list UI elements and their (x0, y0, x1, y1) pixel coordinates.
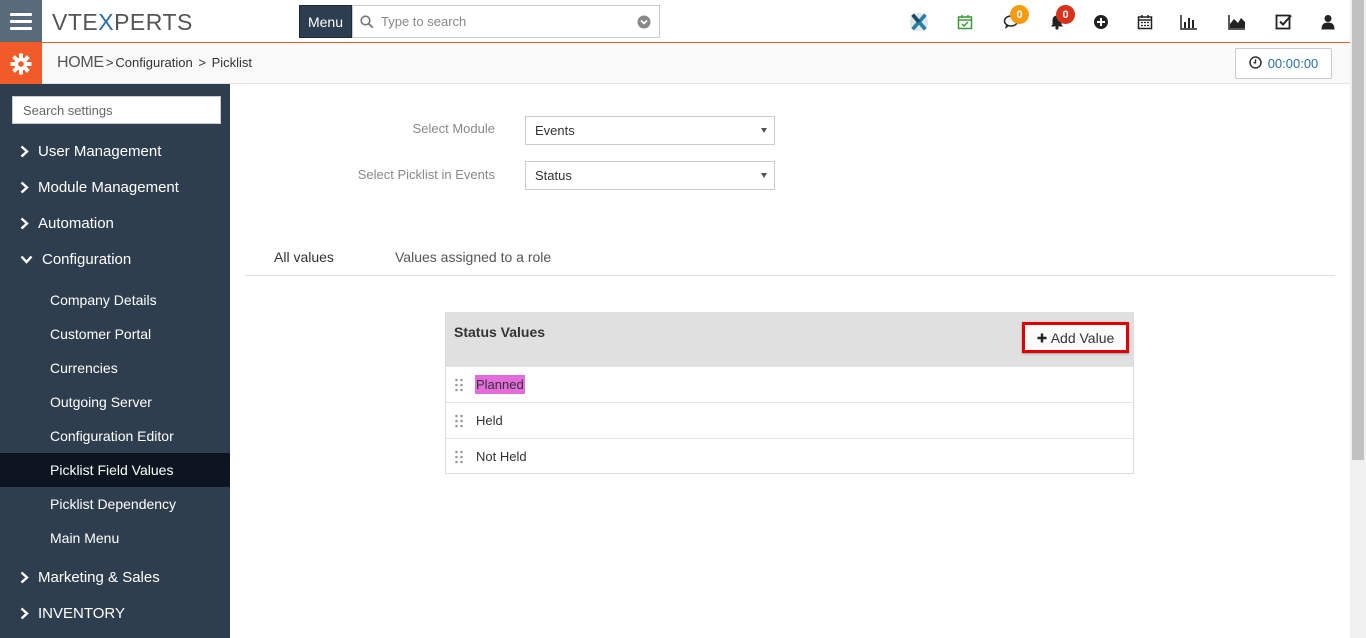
module-select-value: Events (535, 123, 575, 138)
sidebar-item-module-management[interactable]: Module Management (0, 169, 230, 205)
sidebar-sub-main-menu[interactable]: Main Menu (0, 521, 230, 555)
caret-down-icon (761, 128, 767, 133)
notification-badge: 0 (1056, 5, 1075, 24)
status-values-panel: Status Values Add Value Planned Held Not… (445, 312, 1134, 474)
picklist-value-row[interactable]: Planned (446, 366, 1133, 402)
chevron-right-icon (20, 571, 38, 584)
main-content: Select Module Events Select Picklist in … (230, 84, 1350, 638)
sidebar-item-configuration[interactable]: Configuration (0, 241, 230, 277)
user-icon[interactable] (1317, 11, 1339, 33)
sidebar-sub-label: Configuration Editor (50, 428, 174, 444)
scrollbar-thumb[interactable] (1352, 0, 1364, 460)
sidebar-item-inventory[interactable]: INVENTORY (0, 595, 230, 631)
sidebar-item-automation[interactable]: Automation (0, 205, 230, 241)
picklist-select[interactable]: Status (525, 161, 775, 190)
calendar-icon[interactable] (1134, 11, 1156, 33)
panel-header: Status Values Add Value (446, 313, 1133, 366)
logo[interactable]: VTEXPERTS (52, 9, 193, 36)
breadcrumb-picklist: Picklist (211, 55, 253, 70)
sidebar-item-label: User Management (38, 142, 162, 160)
select-module-label: Select Module (412, 121, 495, 136)
tab-all-values[interactable]: All values (274, 249, 334, 265)
top-icons: 0 0 (900, 0, 1350, 43)
sidebar-sub-company-details[interactable]: Company Details (0, 283, 230, 317)
chevron-down-icon (20, 255, 42, 264)
add-value-button[interactable]: Add Value (1022, 322, 1129, 353)
hamburger-menu-icon[interactable] (0, 0, 42, 42)
bell-icon[interactable]: 0 (1046, 5, 1075, 33)
chevron-right-icon (20, 145, 38, 158)
picklist-value: Not Held (476, 449, 527, 464)
sidebar-item-marketing-sales[interactable]: Marketing & Sales (0, 559, 230, 595)
sidebar-item-label: Module Management (38, 178, 179, 196)
chevron-down-icon[interactable] (629, 15, 659, 29)
breadcrumb-configuration[interactable]: Configuration (115, 55, 192, 70)
sidebar-sub-currencies[interactable]: Currencies (0, 351, 230, 385)
scrollbar[interactable] (1350, 0, 1366, 638)
breadcrumb-home[interactable]: HOME (57, 54, 104, 72)
calendar-check-icon[interactable] (954, 11, 976, 33)
sidebar-sub-label: Picklist Dependency (50, 496, 177, 512)
picklist-value-row[interactable]: Held (446, 402, 1133, 438)
picklist-value: Held (476, 413, 503, 428)
picklist-value: Planned (475, 375, 525, 394)
tabs: All values Values assigned to a role (245, 239, 1335, 276)
top-bar: VTEXPERTS Menu 0 0 (0, 0, 1350, 43)
checkbox-icon[interactable] (1273, 11, 1295, 33)
chevron-right-icon (20, 181, 38, 194)
drag-handle-icon[interactable] (455, 378, 475, 392)
sidebar-sub-label: Company Details (50, 292, 157, 308)
settings-sidebar: User Management Module Management Automa… (0, 84, 230, 638)
sidebar-sub-label: Main Menu (50, 530, 120, 546)
sidebar-sub-label: Picklist Field Values (50, 462, 174, 478)
sidebar-item-user-management[interactable]: User Management (0, 133, 230, 169)
chat-badge: 0 (1010, 5, 1029, 24)
picklist-value-row[interactable]: Not Held (446, 438, 1133, 474)
menu-button[interactable]: Menu (299, 5, 352, 38)
sidebar-item-label: INVENTORY (38, 604, 125, 622)
drag-handle-icon[interactable] (455, 450, 475, 464)
plus-icon (1037, 330, 1047, 346)
drag-handle-icon[interactable] (455, 414, 475, 428)
settings-bar: HOME > Configuration > Picklist 00:00:00 (0, 43, 1350, 84)
sidebar-sub-customer-portal[interactable]: Customer Portal (0, 317, 230, 351)
timer-button[interactable]: 00:00:00 (1235, 48, 1332, 79)
sidebar-sub-label: Outgoing Server (50, 394, 152, 410)
plus-circle-icon[interactable] (1090, 11, 1112, 33)
sidebar-sub-outgoing-server[interactable]: Outgoing Server (0, 385, 230, 419)
sidebar-sub-label: Currencies (50, 360, 118, 376)
picklist-select-value: Status (535, 168, 572, 183)
global-search[interactable] (352, 5, 660, 38)
bar-chart-icon[interactable] (1178, 11, 1200, 33)
chevron-right-icon (20, 217, 38, 230)
breadcrumb: HOME > Configuration > Picklist (57, 54, 252, 72)
sidebar-item-label: Configuration (42, 250, 132, 268)
sidebar-item-label: Marketing & Sales (38, 568, 160, 586)
sidebar-sub-configuration-editor[interactable]: Configuration Editor (0, 419, 230, 453)
sidebar-item-label: Automation (38, 214, 114, 232)
clock-icon (1248, 55, 1262, 72)
caret-down-icon (761, 173, 767, 178)
chevron-right-icon (20, 607, 38, 620)
breadcrumb-separator: > (194, 55, 210, 70)
timer-value: 00:00:00 (1267, 56, 1319, 71)
search-icon (353, 14, 381, 29)
chat-icon[interactable]: 0 (1000, 5, 1029, 33)
area-chart-icon[interactable] (1226, 11, 1248, 33)
add-value-label: Add Value (1050, 329, 1115, 346)
sidebar-sub-picklist-dependency[interactable]: Picklist Dependency (0, 487, 230, 521)
tab-values-assigned-to-role[interactable]: Values assigned to a role (395, 249, 551, 265)
settings-gear-icon[interactable] (0, 43, 42, 84)
settings-search-input[interactable] (12, 96, 221, 124)
search-input[interactable] (381, 14, 629, 29)
select-picklist-label: Select Picklist in Events (357, 167, 495, 182)
panel-title: Status Values (454, 324, 546, 340)
breadcrumb-separator: > (105, 55, 114, 70)
sidebar-sub-picklist-field-values[interactable]: Picklist Field Values (0, 453, 230, 487)
vtexperts-x-icon[interactable] (908, 11, 930, 33)
module-select[interactable]: Events (525, 116, 775, 145)
sidebar-sub-label: Customer Portal (50, 326, 152, 342)
